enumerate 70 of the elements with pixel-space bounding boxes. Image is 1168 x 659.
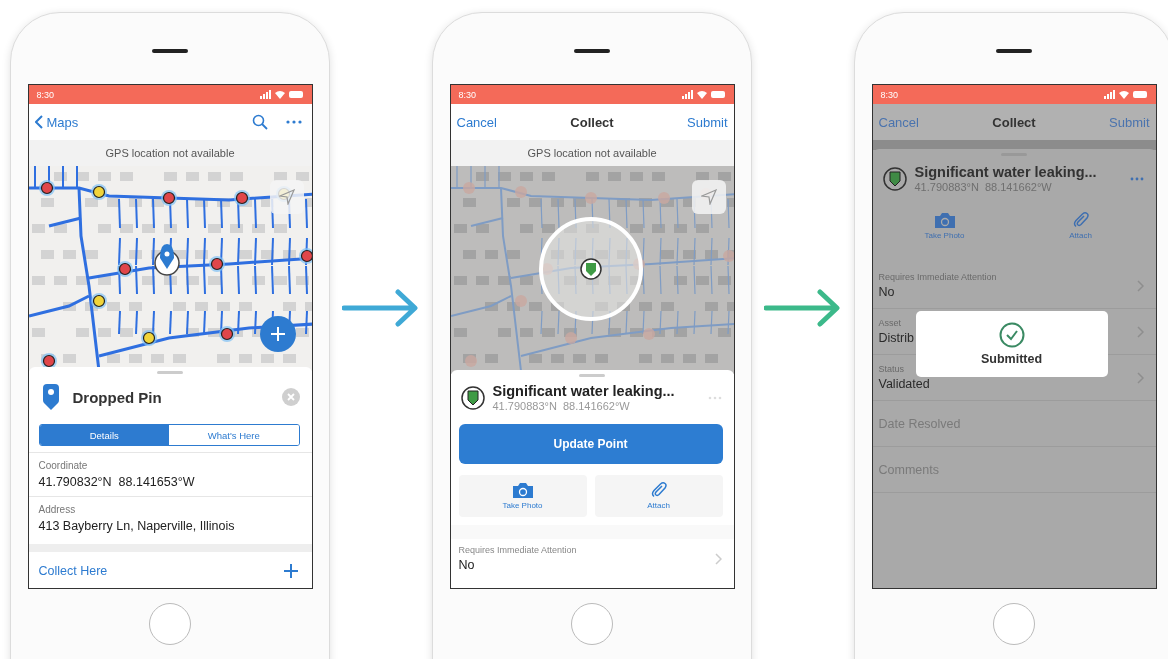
chevron-icon: [714, 552, 722, 565]
map-drawing[interactable]: [28, 166, 312, 371]
pin-icon: [42, 384, 59, 410]
cancel-link[interactable]: Cancel: [456, 114, 497, 130]
speaker-slot: [574, 49, 610, 53]
close-icon[interactable]: [281, 388, 300, 406]
take-photo-button[interactable]: Take Photo: [458, 475, 587, 517]
chevron-icon: [1136, 371, 1144, 384]
field-label: Coordinate: [38, 460, 89, 471]
back-chevron-icon[interactable]: [34, 115, 43, 129]
sheet-title: Dropped Pin: [72, 388, 162, 406]
field-value: Validated: [878, 377, 930, 391]
location-arrow-icon[interactable]: [278, 189, 295, 205]
more-icon[interactable]: [285, 120, 302, 124]
back-link[interactable]: Maps: [34, 114, 79, 130]
gps-banner: GPS location not available: [28, 140, 312, 166]
field-value: Distrib: [878, 331, 914, 345]
home-button[interactable]: [149, 603, 191, 645]
field-value: No: [878, 285, 895, 299]
status-time: 8:30: [458, 89, 477, 100]
chevron-icon: [1136, 325, 1144, 338]
status-time: 8:30: [880, 89, 899, 100]
status-icons: [681, 90, 726, 99]
nav-title: Collect: [992, 114, 1036, 130]
field-value: No: [458, 558, 475, 572]
collect-here-link[interactable]: Collect Here: [38, 564, 108, 578]
locate-button[interactable]: [691, 180, 726, 214]
paperclip-icon[interactable]: [1072, 212, 1089, 228]
field-label: Requires Immediate Attention: [878, 272, 997, 282]
map-drawing[interactable]: [450, 166, 734, 374]
field-label: Asset: [878, 318, 901, 328]
status-icons: [259, 90, 304, 99]
field-label: Address: [38, 504, 77, 515]
field-label: Requires Immediate Attention: [458, 545, 577, 555]
field-value: 413 Bayberry Ln, Naperville, Illinois: [38, 519, 236, 533]
camera-icon[interactable]: [934, 212, 955, 228]
toast-text: Submitted: [980, 352, 1043, 366]
feature-coordinates: 41.790883°N 88.141662°W: [914, 181, 1053, 193]
field-label: Status: [878, 364, 904, 374]
segment-tab[interactable]: Details: [39, 425, 169, 445]
submit-link[interactable]: Submit: [687, 114, 728, 130]
speaker-slot: [152, 49, 188, 53]
camera-icon[interactable]: [512, 482, 533, 498]
paperclip-icon[interactable]: [650, 482, 667, 498]
field-value: 41.790832°N 88.141653°W: [38, 475, 196, 489]
feature-marker-icon: [460, 385, 485, 410]
feature-marker-icon: [882, 166, 907, 191]
take-photo-button[interactable]: Take Photo: [880, 205, 1009, 247]
plus-icon[interactable]: [283, 564, 298, 578]
home-button[interactable]: [993, 603, 1035, 645]
home-button[interactable]: [571, 603, 613, 645]
speaker-slot: [996, 49, 1032, 53]
cancel-link[interactable]: Cancel: [878, 114, 919, 130]
attach-button[interactable]: Attach: [1016, 205, 1145, 247]
gps-banner: GPS location not available: [450, 140, 734, 166]
status-icons: [1103, 90, 1148, 99]
feature-coordinates: 41.790883°N 88.141662°W: [492, 400, 631, 412]
nav-title: Collect: [570, 114, 614, 130]
status-time: 8:30: [36, 89, 55, 100]
more-icon[interactable]: [1129, 176, 1144, 181]
search-icon[interactable]: [251, 114, 268, 130]
update-point-button[interactable]: Update Point: [458, 424, 723, 464]
feature-title: Significant water leaking...: [914, 164, 1098, 180]
check-circle-icon: [998, 322, 1025, 348]
feature-title: Significant water leaking...: [492, 383, 676, 399]
chevron-icon: [1136, 279, 1144, 292]
locate-button[interactable]: [269, 180, 304, 214]
submit-link[interactable]: Submit: [1109, 114, 1150, 130]
attach-button[interactable]: Attach: [594, 475, 723, 517]
location-arrow-icon[interactable]: [700, 189, 717, 205]
